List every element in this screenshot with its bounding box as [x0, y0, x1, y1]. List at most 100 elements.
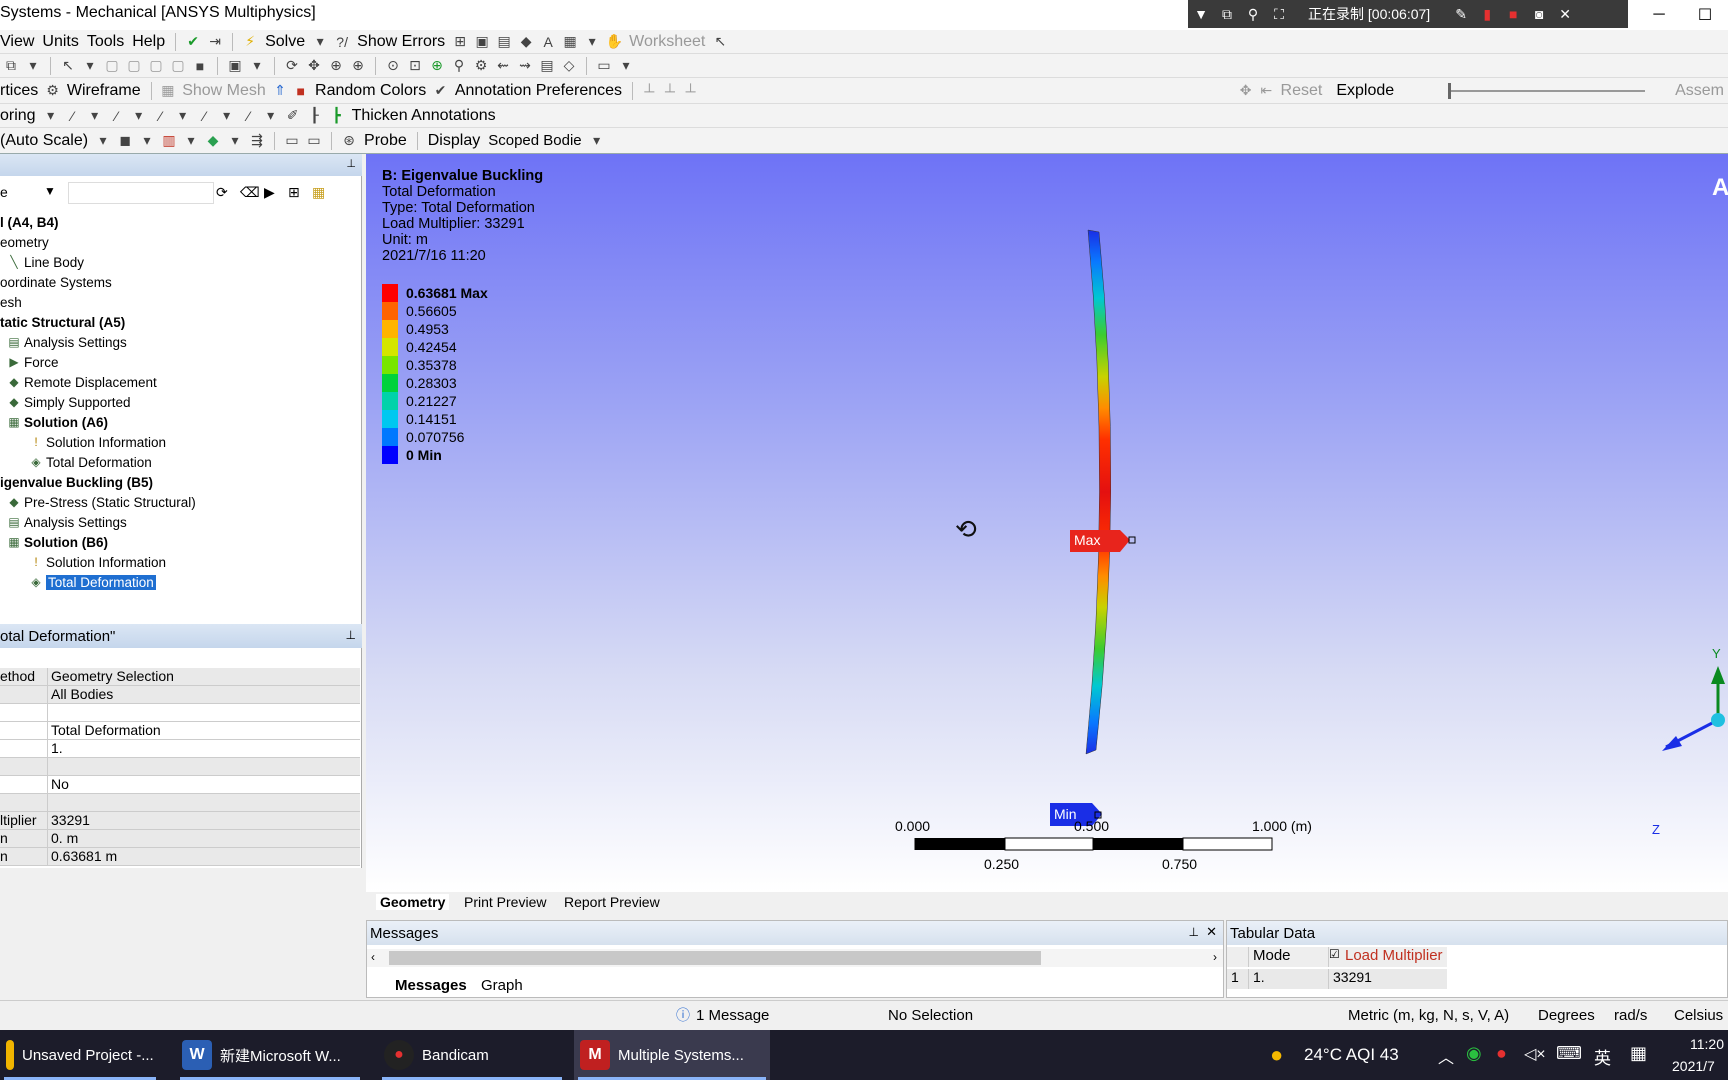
details-row[interactable]: Total Deformation — [0, 722, 360, 740]
outline-tree-item[interactable]: ▦ Solution (B6) — [6, 532, 108, 552]
zoom-icon[interactable]: ⊕ — [325, 57, 347, 74]
explode-icon[interactable]: ✥ — [1235, 82, 1256, 99]
pin-icon[interactable]: ⊥ — [1189, 925, 1199, 939]
tab-geometry[interactable]: Geometry — [376, 894, 450, 910]
question-icon[interactable]: ?/ — [331, 34, 353, 50]
outline-tree-item[interactable]: ! Solution Information — [28, 432, 166, 452]
ime-indicator[interactable]: 英 — [1594, 1044, 1611, 1069]
line-icon[interactable]: ⁄ — [194, 108, 216, 124]
close-icon[interactable]: ✕ — [1206, 924, 1217, 940]
tag-icon[interactable]: ◇ — [558, 57, 580, 74]
outline-tree-item[interactable]: tatic Structural (A5) — [0, 312, 125, 332]
outline-tree-item[interactable]: eometry — [0, 232, 49, 252]
chevron-up-icon[interactable]: ︿ — [1438, 1044, 1454, 1068]
outline-tree-item[interactable]: ! Solution Information — [28, 552, 166, 572]
probe-icon[interactable]: ◆ — [515, 33, 537, 50]
chevron-down-icon[interactable]: ▾ — [586, 132, 608, 149]
chevron-down-icon[interactable]: ▾ — [246, 57, 268, 74]
details-row[interactable] — [0, 758, 360, 776]
menu-units[interactable]: Units — [38, 33, 82, 51]
window-layout-icon[interactable]: ▭ — [593, 57, 615, 74]
chevron-down-icon[interactable]: ▾ — [216, 107, 238, 124]
vertices-button[interactable]: rtices — [0, 82, 42, 100]
close-icon[interactable]: ✕ — [1552, 6, 1578, 23]
thicken-annotations-button[interactable]: Thicken Annotations — [348, 107, 500, 125]
keyboard-icon[interactable]: ⌨ — [1556, 1043, 1582, 1064]
check-icon[interactable]: ✔ — [182, 33, 204, 50]
clear-icon[interactable]: ⌫ — [240, 184, 260, 201]
comment-icon[interactable]: ▣ — [471, 33, 493, 50]
screen-region-icon[interactable]: ⛶ — [1266, 6, 1292, 23]
outline-tree-item[interactable]: ▤ Analysis Settings — [6, 512, 126, 532]
chevron-down-icon[interactable]: ▾ — [79, 57, 101, 74]
wechat-icon[interactable]: ◉ — [1466, 1043, 1482, 1064]
zoom-selection-icon[interactable]: ⊡ — [404, 57, 426, 74]
outline-tree-item[interactable]: ▤ Analysis Settings — [6, 332, 126, 352]
pin-icon[interactable]: ⊥ — [346, 628, 356, 642]
chevron-down-icon[interactable]: ▾ — [180, 132, 202, 149]
magnifier-icon[interactable]: ⚲ — [448, 57, 470, 74]
pan-icon[interactable]: ✥ — [303, 57, 325, 74]
maximize-button[interactable]: ☐ — [1682, 0, 1728, 30]
zoom-to-fit-icon[interactable]: ⊕ — [426, 57, 448, 74]
outline-tree-item[interactable]: ◆ Pre-Stress (Static Structural) — [6, 492, 195, 512]
face-select-icon[interactable]: ▢ — [145, 57, 167, 74]
scroll-thumb[interactable] — [389, 951, 1041, 965]
scroll-left-icon[interactable]: ‹ — [371, 950, 375, 964]
outline-tree-item[interactable]: oordinate Systems — [0, 272, 112, 292]
rotate-icon[interactable]: ⟳ — [281, 57, 303, 74]
details-row[interactable]: ltiplier 33291 — [0, 812, 360, 830]
scale-select[interactable]: (Auto Scale) — [0, 132, 92, 150]
details-row[interactable]: n 0. m — [0, 830, 360, 848]
text-icon[interactable]: A — [537, 34, 559, 50]
menu-view[interactable]: View — [0, 33, 38, 51]
coloring-button[interactable]: oring — [0, 107, 40, 125]
pin-icon[interactable]: ✐ — [282, 107, 304, 124]
search-icon[interactable]: ⚲ — [1240, 6, 1266, 23]
worksheet-button[interactable]: Worksheet — [625, 33, 709, 51]
previous-view-icon[interactable]: ⇜ — [492, 57, 514, 74]
table-row[interactable]: 1 1. 33291 — [1227, 969, 1447, 989]
line-icon[interactable]: ⁄ — [106, 108, 128, 124]
zoom-fit-icon[interactable]: ⊙ — [382, 57, 404, 74]
pointer-icon[interactable]: ↖ — [57, 57, 79, 74]
pin-icon[interactable]: ⊥ — [346, 157, 356, 170]
details-row[interactable] — [0, 704, 360, 722]
chevron-down-icon[interactable]: ▼ — [1188, 6, 1214, 22]
chevron-down-icon[interactable]: ▾ — [84, 107, 106, 124]
message-count[interactable]: 1 Message — [696, 1007, 769, 1024]
outline-tree-item[interactable]: ╲ Line Body — [6, 252, 84, 272]
edge-option-icon[interactable]: ┴ — [680, 83, 701, 99]
details-row[interactable] — [0, 794, 360, 812]
thickness-icon[interactable]: ┠ — [304, 107, 326, 124]
body-select-icon[interactable]: ▢ — [167, 57, 189, 74]
angular-velocity-unit[interactable]: rad/s — [1614, 1007, 1647, 1024]
vector-display-icon[interactable]: ⇶ — [246, 132, 268, 149]
task-mechanical[interactable]: M Multiple Systems... — [574, 1030, 770, 1080]
figure-icon[interactable]: ▤ — [493, 33, 515, 50]
chevron-down-icon[interactable]: ▾ — [136, 132, 158, 149]
select-mode-icon[interactable]: ⧉ — [0, 57, 22, 74]
pause-icon[interactable]: ▮ — [1474, 6, 1500, 23]
vector-icon[interactable]: ⇑ — [270, 82, 291, 99]
folder-icon[interactable]: ▦ — [312, 184, 325, 201]
camera-icon[interactable]: ◙ — [1526, 6, 1552, 22]
lightning-icon[interactable]: ⚡ — [239, 33, 261, 50]
cube-icon[interactable]: ◼ — [114, 132, 136, 149]
details-row[interactable]: No — [0, 776, 360, 794]
probe-button[interactable]: Probe — [360, 132, 411, 150]
chevron-down-icon[interactable]: ▾ — [172, 107, 194, 124]
details-row[interactable]: ethod Geometry Selection — [0, 668, 360, 686]
messages-scrollbar[interactable]: ‹ › — [367, 949, 1223, 967]
random-colors-button[interactable]: Random Colors — [311, 82, 430, 100]
details-row[interactable]: n 0.63681 m — [0, 848, 360, 866]
deformed-beam[interactable] — [1085, 229, 1112, 755]
view-icon[interactable]: ⚙ — [470, 57, 492, 74]
worksheet-icon[interactable]: ✋ — [603, 33, 625, 50]
volume-icon[interactable]: ◁× — [1524, 1044, 1546, 1064]
tab-graph[interactable]: Graph — [481, 977, 523, 994]
extend-icon[interactable]: ▣ — [224, 57, 246, 74]
filter-select[interactable]: e — [0, 184, 8, 200]
next-view-icon[interactable]: ⇝ — [514, 57, 536, 74]
filter-input[interactable] — [68, 182, 214, 204]
